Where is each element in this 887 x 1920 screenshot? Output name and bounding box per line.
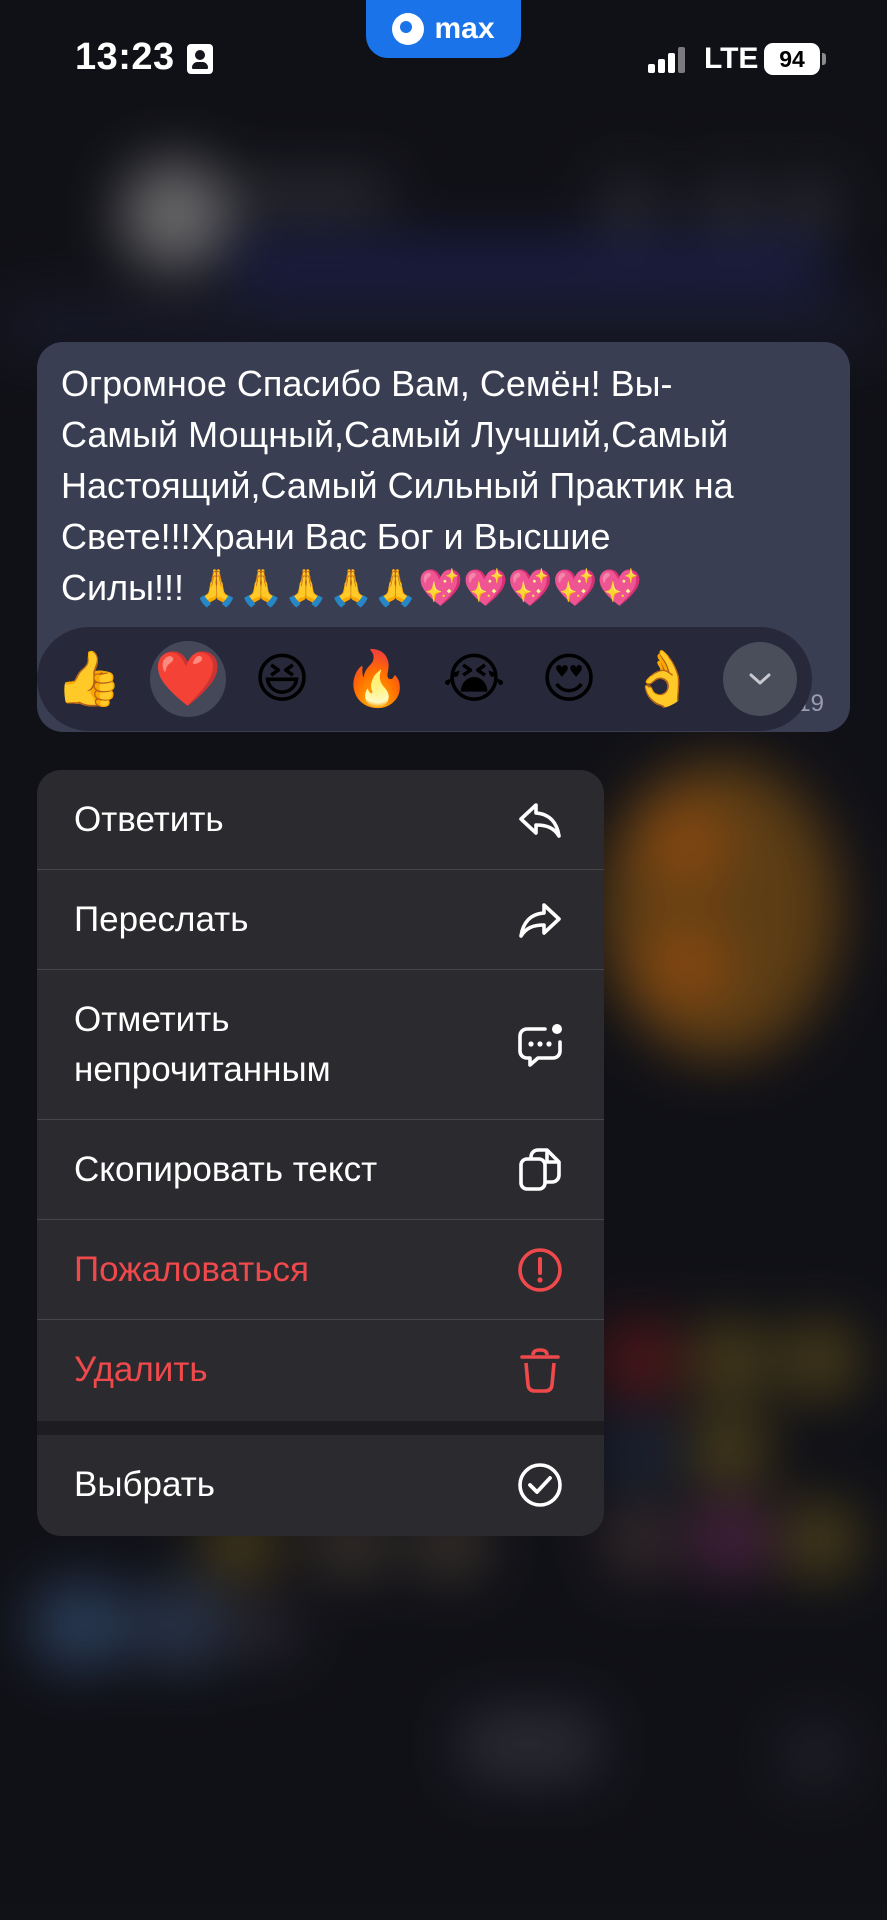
- more-reactions-button[interactable]: [723, 642, 797, 716]
- menu-item-label: Отметить непрочитанным: [74, 1000, 331, 1089]
- reply-icon: [519, 803, 561, 838]
- menu-item-report[interactable]: Пожаловаться: [37, 1220, 604, 1320]
- battery-icon: 94: [764, 43, 820, 75]
- contact-card-icon: [187, 44, 213, 74]
- menu-item-select[interactable]: Выбрать: [37, 1435, 604, 1536]
- exclamation-circle-icon: [518, 1248, 562, 1292]
- reaction-crying[interactable]: 😭: [436, 641, 512, 717]
- menu-item-label: Ответить: [74, 800, 224, 839]
- unread-message-icon: [518, 1024, 562, 1067]
- menu-separator: [37, 1421, 604, 1435]
- menu-item-reply[interactable]: Ответить: [37, 770, 604, 870]
- reaction-ok-hand[interactable]: 👌: [625, 641, 701, 717]
- menu-item-forward[interactable]: Переслать: [37, 870, 604, 970]
- forward-icon: [519, 903, 561, 938]
- trash-icon: [520, 1348, 560, 1393]
- network-type: LTE: [704, 42, 759, 75]
- screen: 13:23 max LTE 94 Огромное Спасибо Вам, С…: [0, 0, 887, 1920]
- app-name: max: [434, 12, 495, 45]
- copy-icon: [519, 1148, 561, 1191]
- app-indicator-pill[interactable]: max: [366, 0, 521, 58]
- menu-item-copy-text[interactable]: Скопировать текст: [37, 1120, 604, 1220]
- menu-item-label: Переслать: [74, 900, 249, 939]
- check-circle-icon: [518, 1463, 562, 1507]
- menu-item-label: Удалить: [74, 1350, 208, 1389]
- cellular-signal-icon: [648, 47, 688, 73]
- menu-item-label: Скопировать текст: [74, 1150, 378, 1189]
- reaction-bar: 👍 ❤️ 😆 🔥 😭 😍 👌: [37, 627, 812, 731]
- menu-item-delete[interactable]: Удалить: [37, 1320, 604, 1421]
- reaction-fire[interactable]: 🔥: [339, 641, 415, 717]
- menu-item-mark-unread[interactable]: Отметить непрочитанным: [37, 970, 604, 1120]
- message-text: Огромное Спасибо Вам, Семён! Вы- Самый М…: [61, 363, 734, 608]
- chevron-down-icon: [749, 673, 771, 685]
- status-time: 13:23: [75, 36, 175, 78]
- reaction-heart-eyes[interactable]: 😍: [531, 641, 607, 717]
- menu-item-label: Пожаловаться: [74, 1250, 310, 1289]
- menu-item-label: Выбрать: [74, 1465, 215, 1504]
- reaction-thumbs-up[interactable]: 👍: [51, 641, 127, 717]
- status-bar: 13:23 max LTE 94: [0, 0, 887, 120]
- battery-tip: [822, 53, 826, 65]
- reaction-laughing[interactable]: 😆: [244, 641, 320, 717]
- app-logo-icon: [392, 13, 425, 45]
- reaction-red-heart[interactable]: ❤️: [150, 641, 226, 717]
- message-context-menu: Ответить Переслать Отметить непрочитанны…: [37, 770, 604, 1536]
